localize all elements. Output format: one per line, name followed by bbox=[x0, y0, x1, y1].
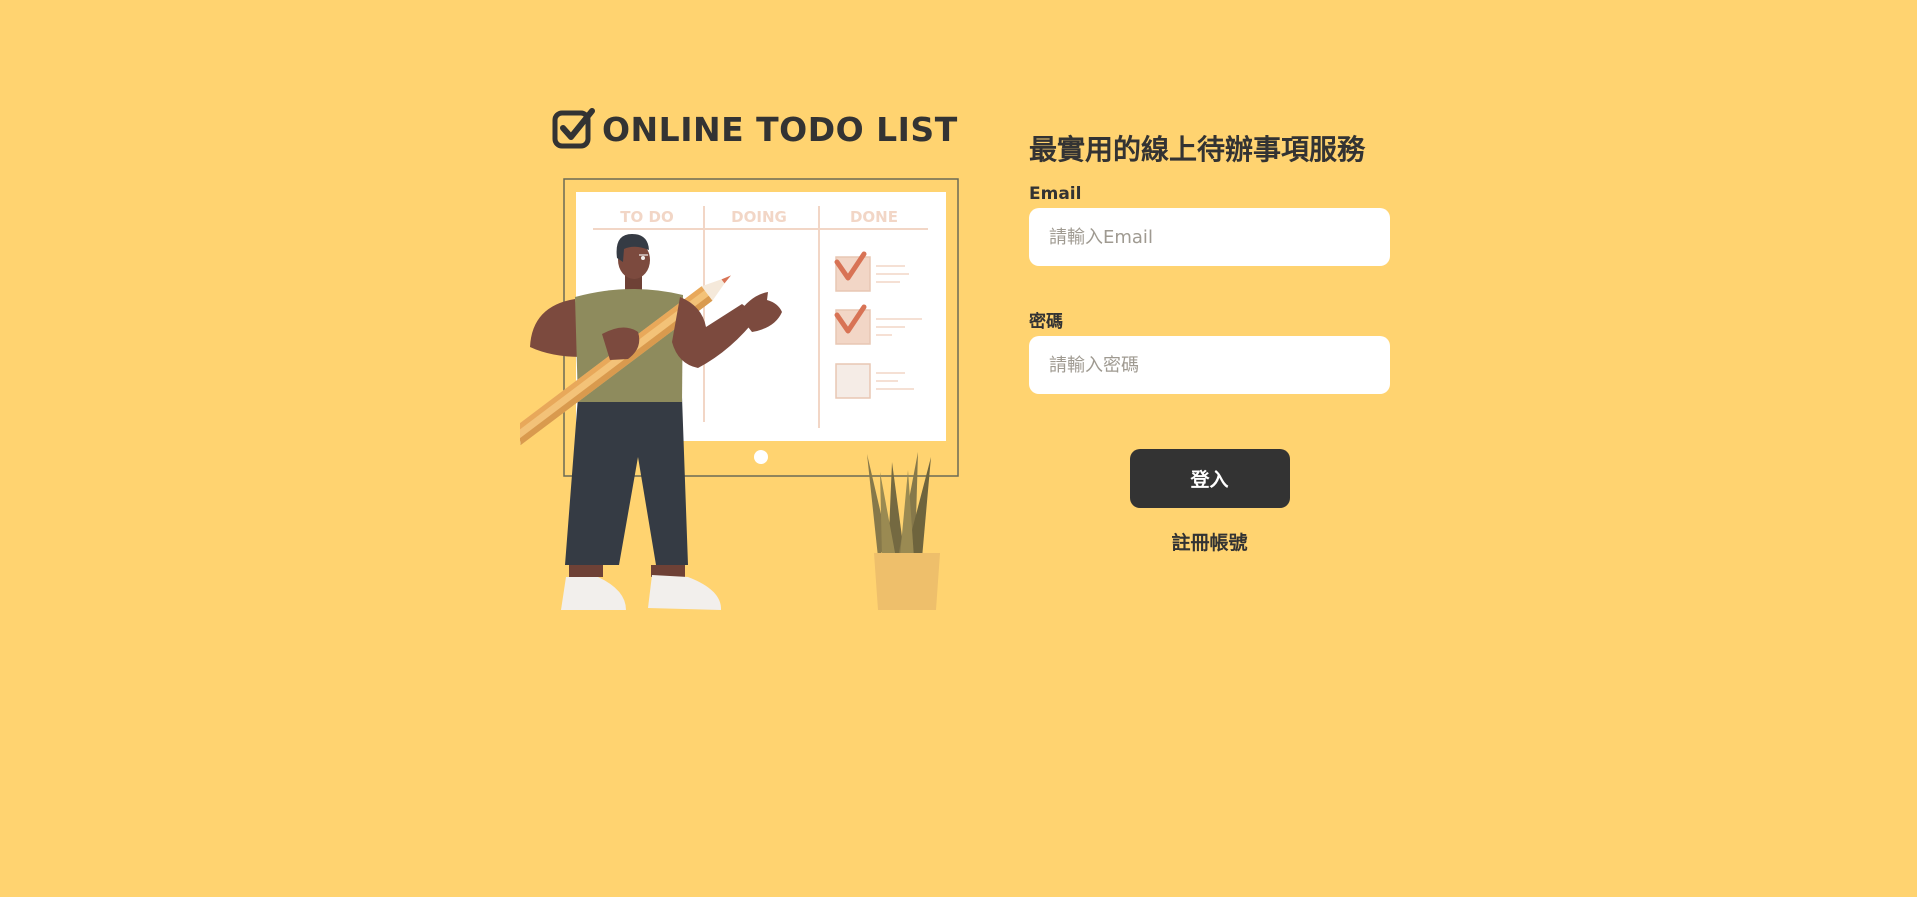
email-label: Email bbox=[1029, 184, 1082, 204]
column-title-done: DONE bbox=[850, 208, 898, 226]
password-label: 密碼 bbox=[1029, 312, 1063, 332]
brand-name: ONLINE TODO LIST bbox=[602, 109, 958, 149]
login-button[interactable]: 登入 bbox=[1129, 449, 1290, 508]
email-field[interactable] bbox=[1029, 208, 1390, 266]
password-field[interactable] bbox=[1029, 336, 1390, 394]
monitor-dot bbox=[754, 450, 768, 464]
illustration-svg: TO DO DOING DONE bbox=[520, 178, 959, 610]
column-title-todo: TO DO bbox=[620, 208, 673, 226]
page-title: 最實用的線上待辦事項服務 bbox=[1029, 133, 1366, 166]
register-link[interactable]: 註冊帳號 bbox=[1029, 528, 1390, 555]
column-title-doing: DOING bbox=[731, 208, 787, 226]
login-form: 最實用的線上待辦事項服務 Email 密碼 登入 註冊帳號 bbox=[1029, 130, 1390, 555]
todo-board-illustration: TO DO DOING DONE bbox=[520, 172, 960, 612]
brand-logo: ONLINE TODO LIST bbox=[552, 107, 958, 151]
checkbox-checked-icon bbox=[552, 108, 595, 149]
